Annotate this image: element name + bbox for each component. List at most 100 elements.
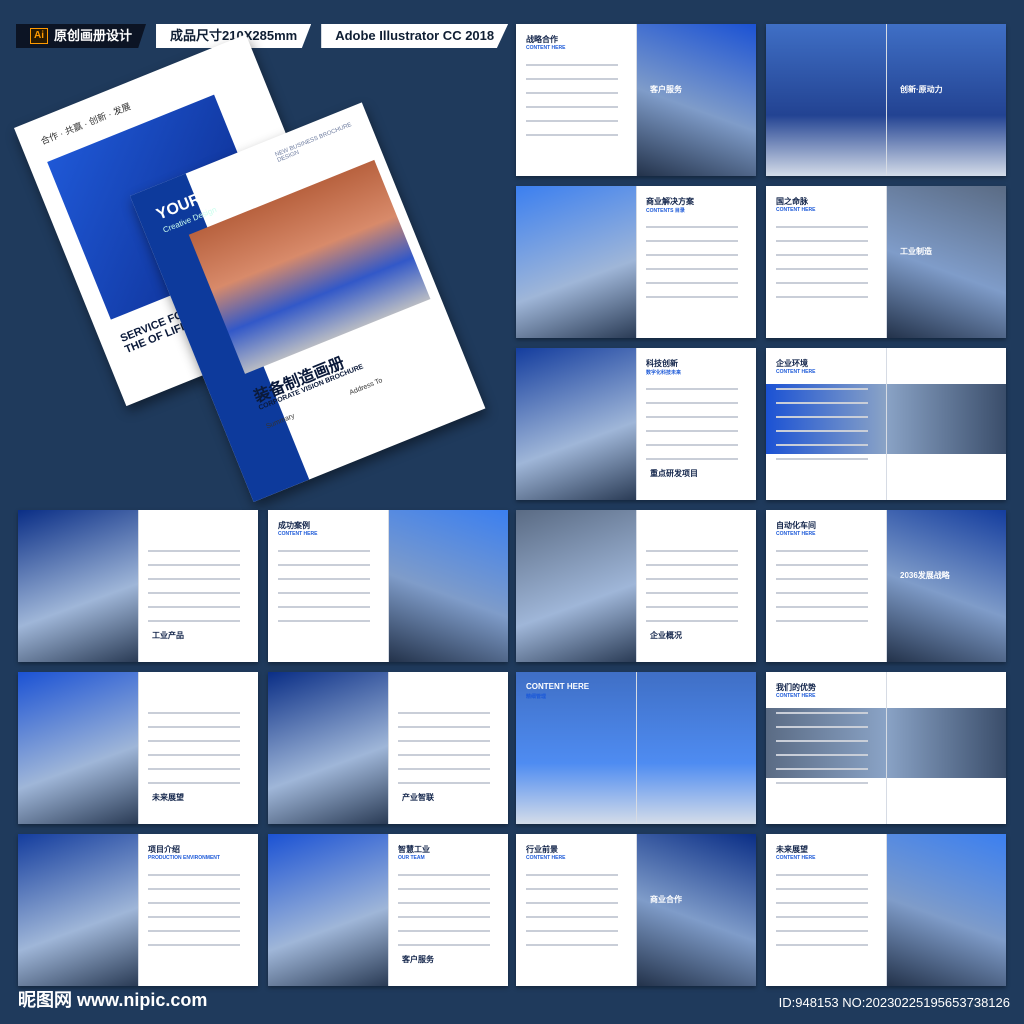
brochure-spread: 智慧工业 OUR TEAM 客户服务	[268, 834, 508, 986]
spread-subtitle: 数字化科技未来	[646, 370, 682, 376]
brochure-spread: 创新·原动力	[766, 24, 1006, 176]
text-line	[646, 592, 738, 594]
text-line	[776, 944, 868, 946]
text-line	[776, 916, 868, 918]
spread-title: 科技创新	[646, 359, 678, 368]
text-line	[646, 606, 738, 608]
spread-right-title: 重点研发项目	[650, 469, 698, 478]
site-logo[interactable]: 昵图网 www.nipic.com	[18, 986, 207, 1012]
spread-title: 成功案例	[278, 521, 310, 530]
brochure-spread: 成功案例 CONTENT HERE	[268, 510, 508, 662]
spread-photo	[18, 834, 138, 986]
spread-title: 企业环境	[776, 359, 808, 368]
spread-subtitle: CONTENT HERE	[526, 855, 566, 861]
spread-fold	[886, 24, 887, 176]
text-line	[646, 458, 738, 460]
text-line	[526, 916, 618, 918]
text-line	[398, 754, 490, 756]
text-line	[776, 712, 868, 714]
spread-subtitle: CONTENT HERE	[776, 531, 816, 537]
spread-title: CONTENT HERE	[526, 682, 590, 691]
spread-photo	[516, 186, 636, 338]
text-line	[776, 388, 868, 390]
spread-subtitle: CONTENTS 目录	[646, 208, 685, 214]
spread-photo	[636, 24, 756, 176]
text-line	[398, 944, 490, 946]
text-line	[278, 620, 370, 622]
text-line	[278, 592, 370, 594]
text-line	[646, 388, 738, 390]
text-line	[776, 874, 868, 876]
spread-photo	[886, 510, 1006, 662]
brochure-spread: 我们的优势 CONTENT HERE	[766, 672, 1006, 824]
text-line	[646, 430, 738, 432]
text-line	[148, 782, 240, 784]
header-tags: Ai 原创画册设计 成品尺寸210X285mm Adobe Illustrato…	[16, 24, 509, 48]
spread-right-title: 2036发展战略	[900, 571, 950, 580]
spread-subtitle: CONTENT HERE	[776, 369, 816, 375]
cover-front-address: Address To	[348, 377, 384, 397]
text-line	[776, 268, 868, 270]
brochure-spread: 科技创新数字化科技未来重点研发项目	[516, 348, 756, 500]
text-line	[646, 268, 738, 270]
text-line	[148, 564, 240, 566]
text-line	[398, 726, 490, 728]
text-line	[776, 240, 868, 242]
text-line	[776, 888, 868, 890]
illustrator-icon: Ai	[30, 28, 48, 44]
text-line	[398, 874, 490, 876]
spread-fold	[886, 186, 887, 338]
text-line	[148, 874, 240, 876]
spread-fold	[886, 510, 887, 662]
text-line	[148, 902, 240, 904]
text-line	[776, 768, 868, 770]
spread-subtitle: PRODUCTION ENVIRONMENT	[148, 855, 220, 861]
text-line	[776, 620, 868, 622]
brochure-spread: 企业环境 CONTENT HERE	[766, 348, 1006, 500]
text-line	[646, 564, 738, 566]
spread-fold	[636, 24, 637, 176]
spread-subtitle: CONTENT HERE	[776, 207, 816, 213]
brochure-spread: 行业前景 CONTENT HERE 商业合作	[516, 834, 756, 986]
text-line	[526, 92, 618, 94]
text-line	[646, 444, 738, 446]
spread-fold	[388, 672, 389, 824]
text-line	[148, 592, 240, 594]
text-line	[776, 282, 868, 284]
text-line	[278, 564, 370, 566]
spread-title: 未来展望	[776, 845, 808, 854]
tag-software: Adobe Illustrator CC 2018	[321, 24, 509, 48]
spread-right-title: 创新·原动力	[900, 85, 943, 94]
spread-title: 商业解决方案	[646, 197, 694, 206]
text-line	[148, 620, 240, 622]
spread-right-title: 商业合作	[650, 895, 682, 904]
spread-fold	[886, 834, 887, 986]
text-line	[776, 458, 868, 460]
spread-subtitle: CONTENT HERE	[776, 855, 816, 861]
spread-right-title: 工业制造	[900, 247, 932, 256]
text-line	[646, 402, 738, 404]
text-line	[646, 282, 738, 284]
text-line	[526, 888, 618, 890]
brochure-spread: 未来展望 CONTENT HERE	[766, 834, 1006, 986]
text-line	[776, 296, 868, 298]
spread-title: 国之命脉	[776, 197, 808, 206]
text-line	[776, 930, 868, 932]
brochure-spread: 商业解决方案 CONTENTS 目录	[516, 186, 756, 338]
text-line	[776, 226, 868, 228]
text-line	[526, 944, 618, 946]
text-line	[776, 726, 868, 728]
spread-fold	[886, 672, 887, 824]
text-line	[148, 726, 240, 728]
spread-fold	[388, 834, 389, 986]
text-line	[398, 888, 490, 890]
spread-photo	[18, 510, 138, 662]
spread-photo	[516, 510, 636, 662]
spread-subtitle: OUR TEAM	[398, 855, 425, 861]
text-line	[526, 120, 618, 122]
brochure-spread: 战略合作 CONTENT HERE 客户服务	[516, 24, 756, 176]
text-line	[278, 550, 370, 552]
spread-fold	[138, 834, 139, 986]
text-line	[398, 712, 490, 714]
spread-photo	[388, 510, 508, 662]
